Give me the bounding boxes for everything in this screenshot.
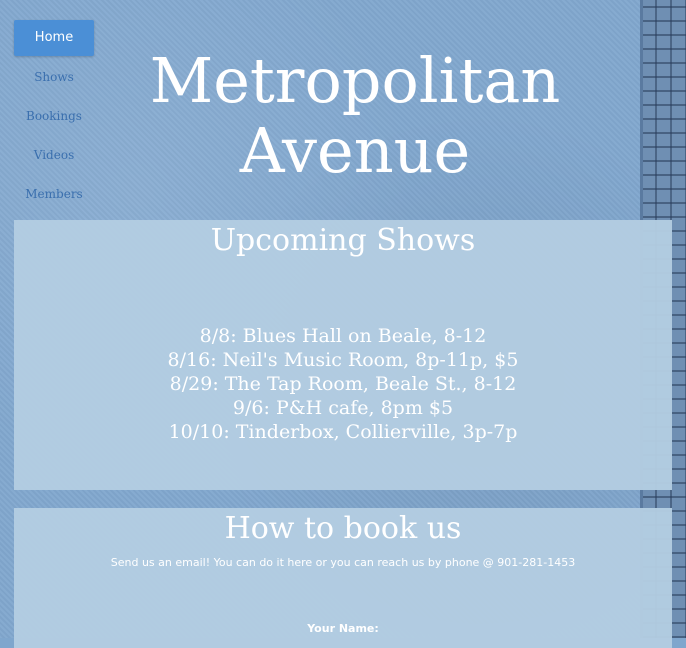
your-name-label: Your Name: — [307, 622, 379, 635]
nav-item-home[interactable]: Home — [14, 20, 94, 56]
show-item: 8/8: Blues Hall on Beale, 8-12 — [199, 325, 487, 347]
show-item: 10/10: Tinderbox, Collierville, 3p-7p — [168, 421, 518, 443]
nav-item-bookings[interactable]: Bookings — [14, 98, 94, 137]
booking-title: How to book us — [224, 511, 462, 546]
site-title: Metropolitan Avenue — [110, 43, 600, 187]
nav-item-members[interactable]: Members — [14, 176, 94, 215]
upcoming-shows-section: Upcoming Shows 8/8: Blues Hall on Beale,… — [14, 220, 672, 490]
nav-item-videos[interactable]: Videos — [14, 137, 94, 176]
site-title-line1: Metropolitan — [149, 43, 561, 117]
show-list: 8/8: Blues Hall on Beale, 8-12 8/16: Nei… — [14, 324, 672, 444]
nav-item-shows[interactable]: Shows — [14, 59, 94, 98]
upcoming-shows-title: Upcoming Shows — [210, 223, 476, 258]
booking-instructions: Send us an email! You can do it here or … — [110, 556, 576, 569]
booking-section: How to book us Send us an email! You can… — [14, 508, 672, 648]
show-item: 8/29: The Tap Room, Beale St., 8-12 — [169, 373, 517, 395]
main-nav: Home Shows Bookings Videos Members — [14, 20, 94, 215]
show-item: 9/6: P&H cafe, 8pm $5 — [232, 397, 454, 419]
site-title-line2: Avenue — [239, 113, 471, 187]
show-item: 8/16: Neil's Music Room, 8p-11p, $5 — [167, 349, 519, 371]
